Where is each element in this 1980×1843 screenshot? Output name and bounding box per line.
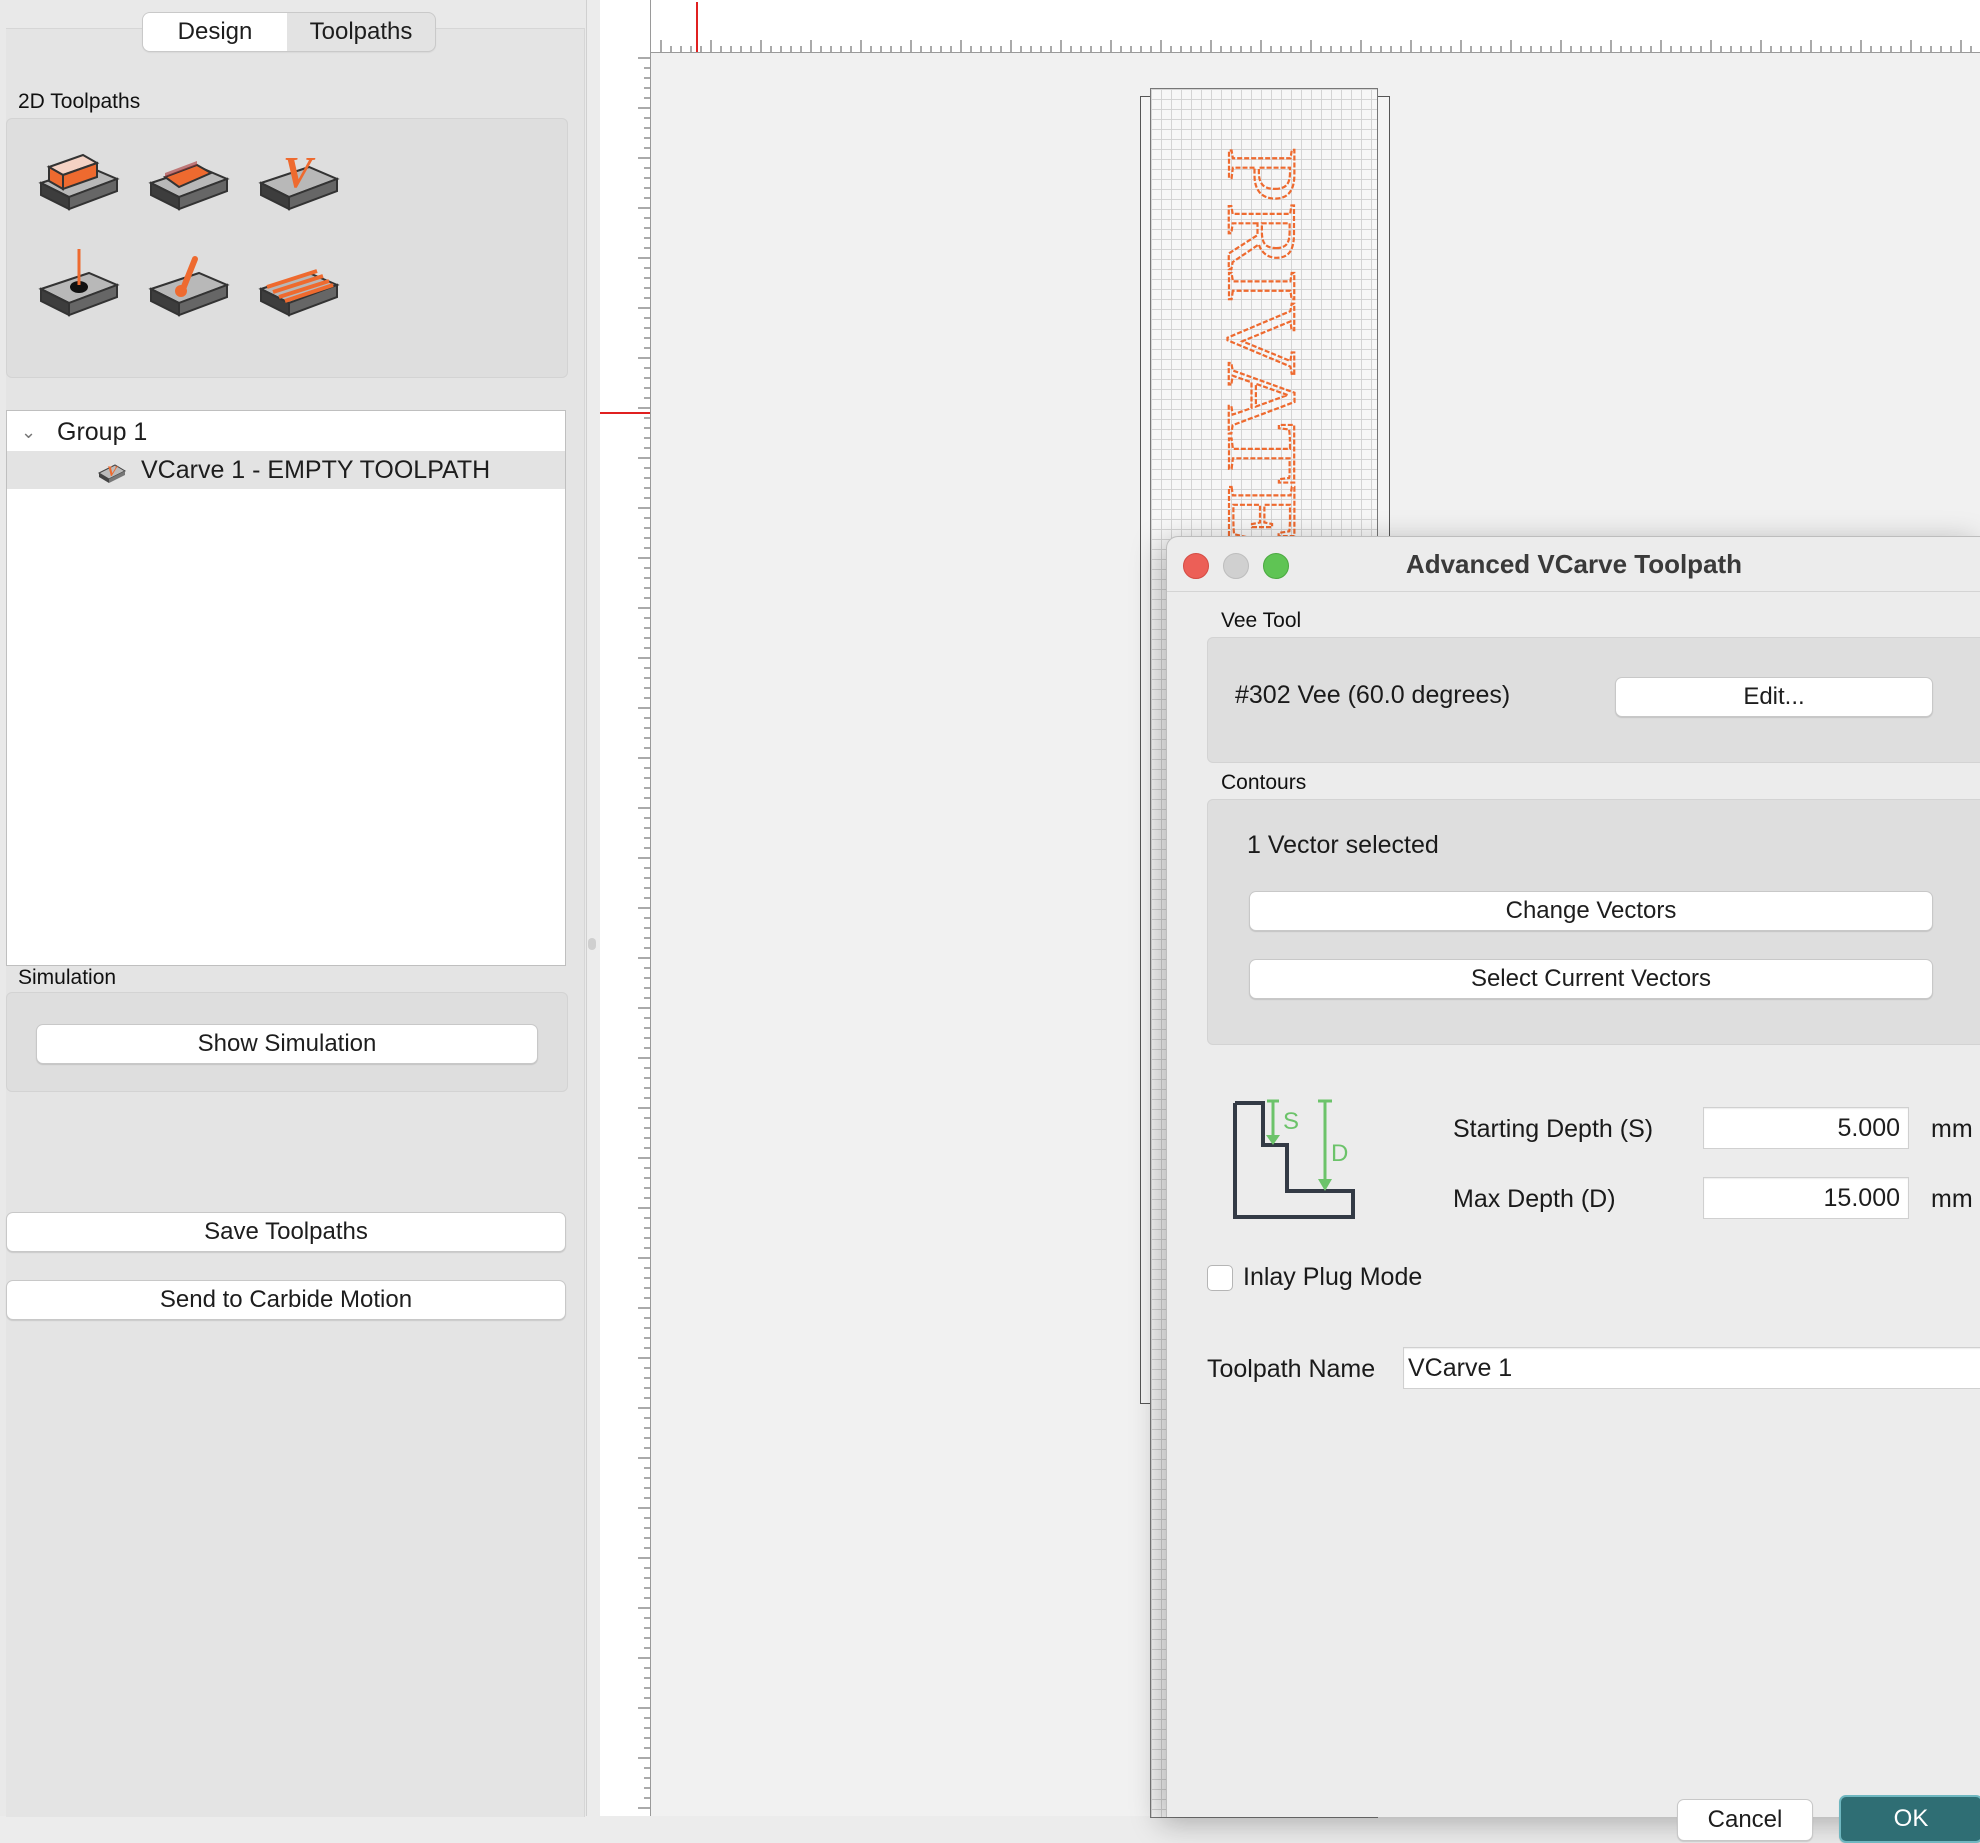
inlay-plug-mode-label: Inlay Plug Mode bbox=[1243, 1263, 1423, 1291]
max-depth-unit: mm bbox=[1931, 1185, 1973, 1213]
drill-toolpath-icon[interactable] bbox=[33, 239, 125, 331]
chevron-down-icon[interactable]: ⌄ bbox=[21, 413, 36, 451]
design-text: PRIVATE bbox=[1207, 147, 1318, 545]
vector-selection-status: 1 Vector selected bbox=[1247, 831, 1439, 859]
toolpaths-2d-label: 2D Toolpaths bbox=[18, 90, 141, 113]
svg-text:V: V bbox=[283, 148, 316, 197]
close-window-icon[interactable] bbox=[1183, 553, 1209, 579]
vertical-ruler bbox=[600, 52, 651, 1816]
pocket-toolpath-icon[interactable] bbox=[143, 133, 235, 225]
tree-group-row[interactable]: ⌄ Group 1 bbox=[7, 413, 565, 451]
toolpath-tree[interactable]: ⌄ Group 1 V VCarve 1 - EMPTY TOOLPATH bbox=[6, 410, 566, 966]
contour-toolpath-icon[interactable] bbox=[33, 133, 125, 225]
toolpaths-2d-group: V bbox=[6, 118, 568, 378]
horizontal-ruler bbox=[650, 0, 1980, 53]
cancel-button[interactable]: Cancel bbox=[1677, 1799, 1813, 1841]
depth-diagram-icon: S D bbox=[1229, 1097, 1359, 1227]
show-simulation-button[interactable]: Show Simulation bbox=[36, 1024, 538, 1064]
tab-toolpaths[interactable]: Toolpaths bbox=[287, 13, 435, 51]
texture-toolpath-icon[interactable] bbox=[253, 239, 345, 331]
send-to-carbide-motion-button[interactable]: Send to Carbide Motion bbox=[6, 1280, 566, 1320]
ruler-cursor-y bbox=[600, 412, 650, 414]
diagram-d-label: D bbox=[1331, 1140, 1348, 1167]
edit-tool-button[interactable]: Edit... bbox=[1615, 677, 1933, 717]
max-depth-label: Max Depth (D) bbox=[1453, 1185, 1616, 1213]
zoom-window-icon[interactable] bbox=[1263, 553, 1289, 579]
vee-tool-label: Vee Tool bbox=[1221, 609, 1302, 632]
toolpath-name-input[interactable]: VCarve 1 bbox=[1403, 1347, 1980, 1389]
ok-button[interactable]: OK bbox=[1839, 1795, 1980, 1843]
contours-label: Contours bbox=[1221, 771, 1307, 794]
panel-tabs: Design Toolpaths bbox=[142, 12, 436, 52]
vee-tool-name: #302 Vee (60.0 degrees) bbox=[1235, 681, 1511, 709]
advanced-vcarve-dialog: Advanced VCarve Toolpath Vee Tool #302 V… bbox=[1166, 536, 1980, 1843]
inlay-plug-mode-checkbox[interactable] bbox=[1207, 1265, 1233, 1291]
tree-item-label: VCarve 1 - EMPTY TOOLPATH bbox=[141, 456, 491, 484]
ruler-cursor-x bbox=[696, 2, 698, 52]
starting-depth-input[interactable]: 5.000 bbox=[1703, 1107, 1909, 1149]
select-current-vectors-button[interactable]: Select Current Vectors bbox=[1249, 959, 1933, 999]
starting-depth-unit: mm bbox=[1931, 1115, 1973, 1143]
toolpath-name-label: Toolpath Name bbox=[1207, 1355, 1376, 1383]
dialog-title-text: Advanced VCarve Toolpath bbox=[1405, 549, 1743, 579]
tree-group-label: Group 1 bbox=[57, 418, 148, 446]
max-depth-input[interactable]: 15.000 bbox=[1703, 1177, 1909, 1219]
simulation-label: Simulation bbox=[18, 966, 117, 989]
vcarve-toolpath-icon[interactable]: V bbox=[253, 133, 345, 225]
ruler-corner bbox=[600, 0, 651, 53]
diagram-s-label: S bbox=[1283, 1108, 1299, 1135]
left-panel: Design Toolpaths 2D Toolpaths V ⌄ Group … bbox=[0, 0, 587, 1817]
save-toolpaths-button[interactable]: Save Toolpaths bbox=[6, 1212, 566, 1252]
tree-item-row[interactable]: V VCarve 1 - EMPTY TOOLPATH bbox=[7, 451, 565, 489]
vcarve-item-icon: V bbox=[97, 458, 127, 483]
engrave-toolpath-icon[interactable] bbox=[143, 239, 235, 331]
starting-depth-label: Starting Depth (S) bbox=[1453, 1115, 1654, 1143]
design-text-outline[interactable]: PRIVATE bbox=[1151, 89, 1377, 559]
change-vectors-button[interactable]: Change Vectors bbox=[1249, 891, 1933, 931]
splitter-handle[interactable] bbox=[588, 938, 596, 950]
minimize-window-icon[interactable] bbox=[1223, 553, 1249, 579]
tab-design[interactable]: Design bbox=[143, 13, 287, 51]
